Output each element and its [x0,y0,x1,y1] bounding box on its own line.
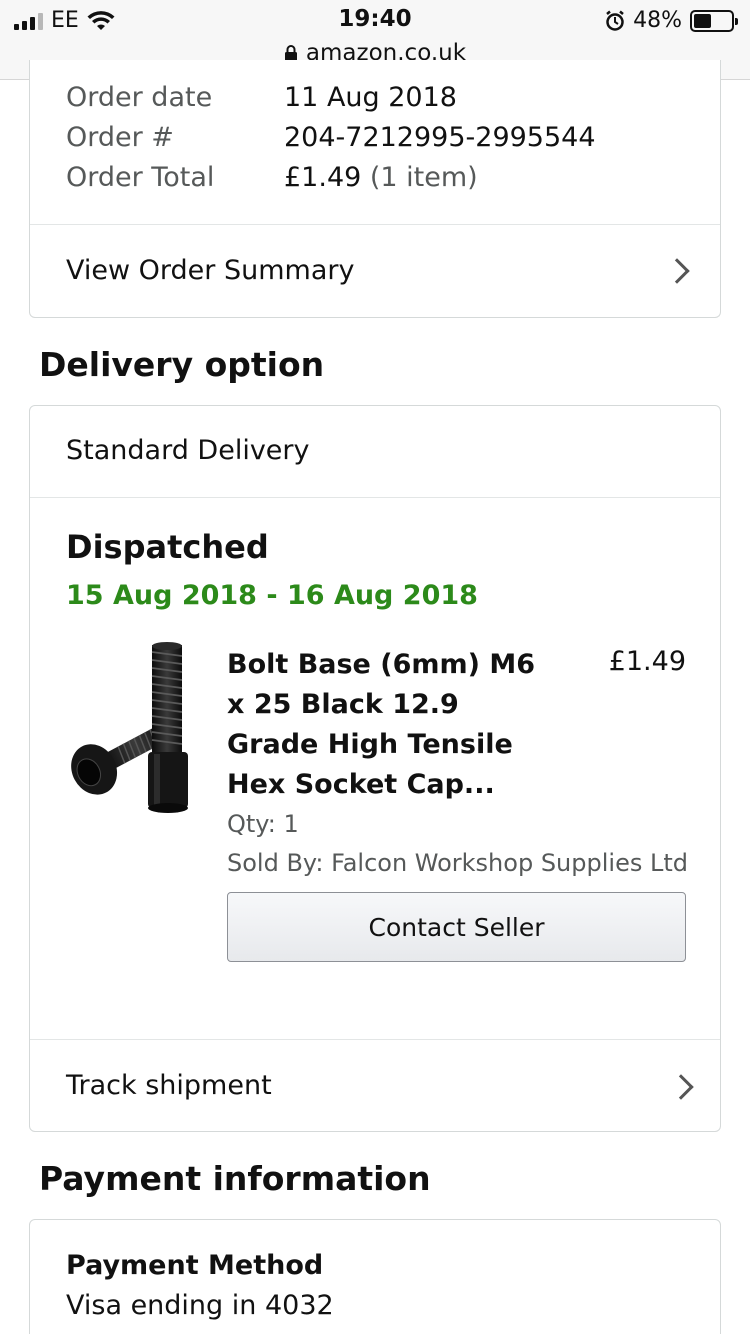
product-title[interactable]: Bolt Base (6mm) M6 x 25 Black 12.9 Grade… [227,645,557,805]
product-price: £1.49 [608,646,686,677]
order-number-label: Order # [66,122,174,153]
product-title-line: Grade High Tensile [227,729,513,760]
payment-section-title: Payment information [39,1159,431,1198]
order-total-row: Order Total £1.49 (1 item) [66,162,478,193]
chevron-right-icon [668,1074,694,1100]
product-title-line: Bolt Base (6mm) M6 [227,649,536,680]
view-order-summary-label: View Order Summary [66,255,355,286]
status-right: 48% [605,8,738,33]
order-number-row: Order # 204-7212995-2995544 [66,122,596,153]
product-image[interactable] [64,640,194,815]
seller-name: Sold By: Falcon Workshop Supplies Ltd [227,849,688,877]
contact-seller-button[interactable]: Contact Seller [227,892,686,962]
payment-method-value: Visa ending in 4032 [66,1290,334,1321]
delivery-date-range: 15 Aug 2018 - 16 Aug 2018 [66,580,478,611]
order-number-value: 204-7212995-2995544 [284,122,596,153]
product-title-line: x 25 Black 12.9 [227,689,459,720]
order-item-count: (1 item) [369,162,478,193]
order-total-label: Order Total [66,162,215,193]
order-date-label: Order date [66,82,213,113]
battery-percent: 48% [633,8,682,33]
product-quantity: Qty: 1 [227,810,299,838]
lock-icon [284,45,297,61]
order-date-value: 11 Aug 2018 [284,82,457,113]
battery-icon [690,9,738,32]
alarm-icon [606,10,624,31]
payment-card: Payment Method Visa ending in 4032 [29,1219,721,1334]
order-info-card: Order date 11 Aug 2018 Order # 204-7212995… [29,60,721,318]
chevron-right-icon [664,258,690,284]
order-date-row: Order date 11 Aug 2018 [66,82,457,113]
delivery-section-title: Delivery option [39,345,325,384]
shipment-status: Dispatched [66,528,269,566]
order-total-value: £1.49 [284,162,362,193]
view-order-summary-link[interactable]: View Order Summary [30,225,720,317]
delivery-method: Standard Delivery [66,435,310,466]
payment-method-label: Payment Method [66,1250,324,1281]
battery-fill [694,13,712,28]
track-shipment-label: Track shipment [66,1070,272,1101]
product-title-line: Hex Socket Cap... [227,769,495,800]
track-shipment-link[interactable]: Track shipment [30,1040,720,1132]
